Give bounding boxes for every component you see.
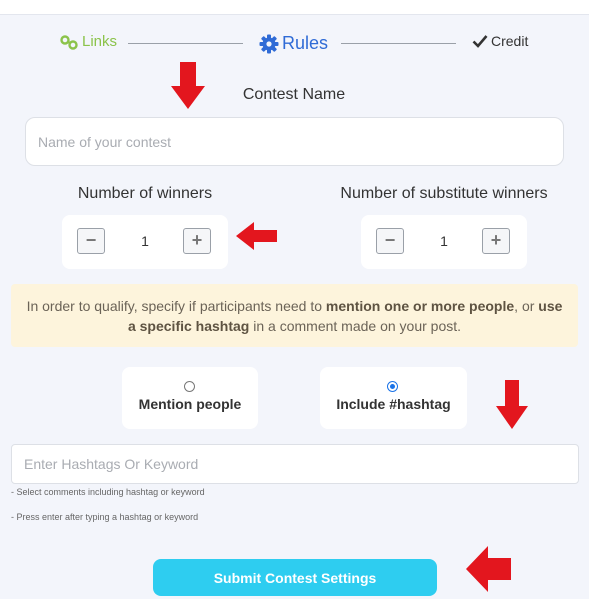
top-bar (0, 0, 589, 15)
substitutes-increment-button[interactable]: + (482, 228, 510, 254)
step-links[interactable]: Links (60, 33, 117, 50)
arrow-down-icon (496, 380, 528, 429)
hashtag-label: Include #hashtag (336, 396, 451, 412)
notice-text: , or (514, 298, 539, 314)
step-credit[interactable]: Credit (472, 33, 528, 49)
step-credit-label: Credit (491, 33, 529, 49)
notice-text: in a comment made on your post. (249, 318, 462, 334)
contest-name-title: Contest Name (242, 86, 346, 103)
option-mention-people[interactable]: Mention people (122, 367, 258, 429)
qualify-notice: In order to qualify, specify if particip… (11, 284, 578, 347)
substitutes-decrement-button[interactable]: − (376, 228, 404, 254)
step-rules[interactable]: Rules (259, 33, 328, 54)
mention-radio[interactable] (184, 381, 195, 392)
winners-title: Number of winners (77, 185, 213, 202)
contest-name-input[interactable] (25, 117, 564, 166)
winners-decrement-button[interactable]: − (77, 228, 105, 254)
winners-counter: − 1 + (62, 215, 228, 269)
hint-press-enter: - Press enter after typing a hashtag or … (11, 512, 199, 522)
option-include-hashtag[interactable]: Include #hashtag (320, 367, 467, 429)
notice-text: In order to qualify, specify if particip… (26, 298, 326, 314)
winners-value: 1 (141, 233, 149, 249)
notice-bold-mention: mention one or more people (325, 298, 515, 314)
substitutes-counter: − 1 + (361, 215, 527, 269)
hashtag-input[interactable] (11, 444, 579, 484)
step-rules-label: Rules (282, 33, 329, 53)
link-icon (60, 34, 78, 50)
step-connector (341, 43, 456, 44)
substitutes-title: Number of substitute winners (340, 185, 548, 202)
mention-label: Mention people (138, 396, 242, 412)
step-links-label: Links (82, 33, 118, 50)
check-icon (472, 35, 488, 48)
step-connector (128, 43, 243, 44)
submit-contest-settings-button[interactable]: Submit Contest Settings (153, 559, 437, 596)
hashtag-radio[interactable] (387, 381, 398, 392)
winners-increment-button[interactable]: + (183, 228, 211, 254)
arrow-left-icon (236, 222, 277, 250)
arrow-left-icon (466, 546, 511, 592)
substitutes-value: 1 (440, 233, 448, 249)
gear-icon (259, 34, 279, 53)
hint-select-comments: - Select comments including hashtag or k… (11, 487, 205, 497)
